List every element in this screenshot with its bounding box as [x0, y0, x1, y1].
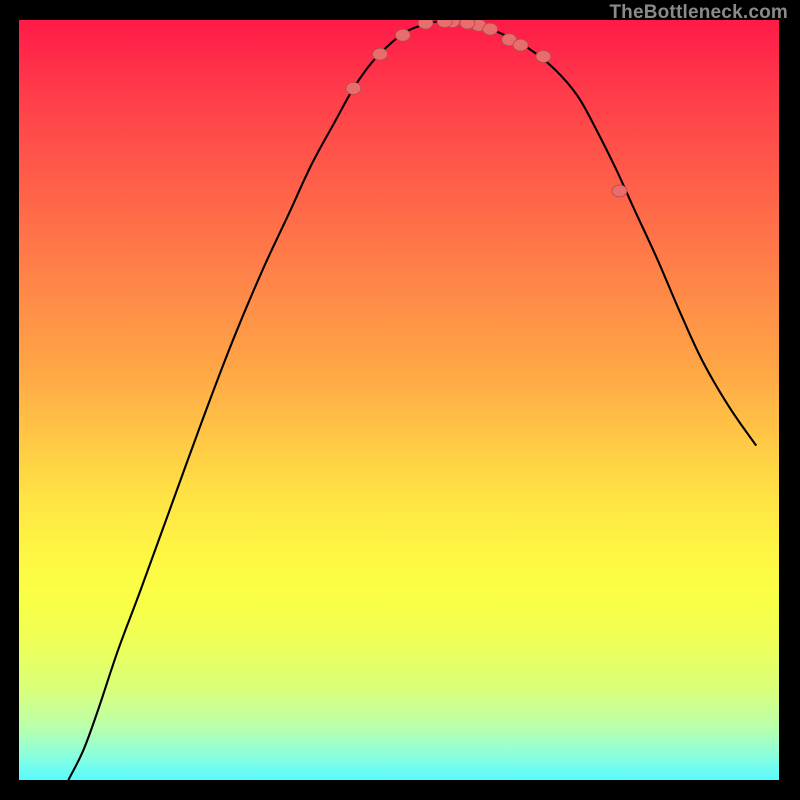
data-marker — [373, 48, 388, 60]
data-marker — [346, 82, 361, 94]
data-marker — [418, 20, 433, 29]
bottleneck-curve — [68, 21, 756, 780]
watermark-text: TheBottleneck.com — [609, 2, 788, 24]
data-marker — [536, 50, 551, 62]
data-marker — [460, 20, 475, 29]
data-marker — [513, 39, 528, 51]
chart-container: TheBottleneck.com — [0, 0, 800, 800]
data-marker — [612, 185, 627, 197]
chart-svg — [19, 20, 779, 780]
data-marker — [483, 23, 498, 35]
data-marker — [395, 29, 410, 41]
